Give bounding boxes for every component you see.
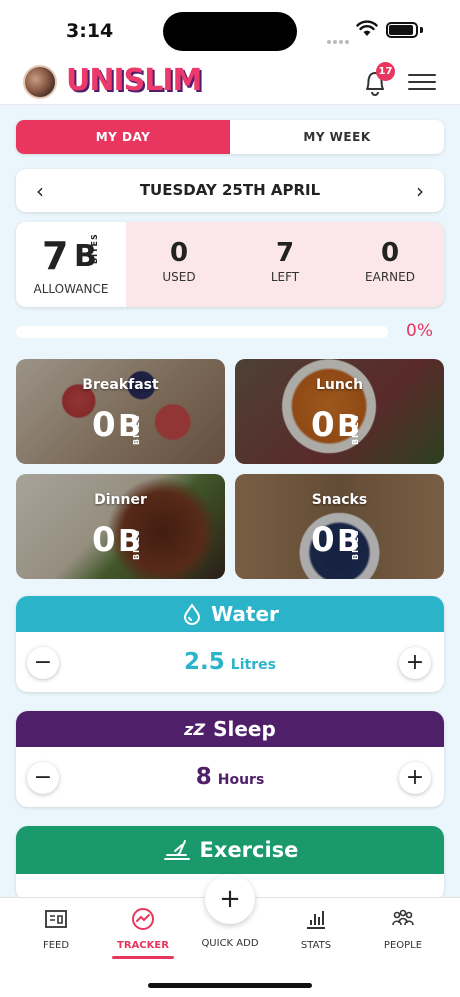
progress-percent: 0% — [406, 321, 433, 341]
sleep-increase-button[interactable]: + — [399, 762, 431, 794]
app-header: UNISLIM 17 — [0, 60, 460, 105]
allowance-label: ALLOWANCE — [33, 282, 109, 296]
water-increase-button[interactable]: + — [399, 647, 431, 679]
dynamic-island — [163, 12, 297, 51]
meal-name: Lunch — [315, 377, 364, 393]
sleep-value-row: 8 Hours — [16, 764, 444, 790]
exercise-header: Exercise — [16, 826, 444, 874]
stats-icon — [307, 911, 325, 929]
quick-add-button[interactable]: + — [205, 874, 255, 924]
sleep-header: zZ Sleep — [16, 711, 444, 747]
water-value: 2.5 — [184, 649, 225, 675]
allowance-card: 7 B BITES ALLOWANCE 0 USED 7 LEFT 0 EARN… — [16, 222, 444, 307]
chevron-right-icon[interactable]: › — [408, 179, 432, 203]
wifi-icon — [356, 20, 378, 36]
progress-bar — [16, 326, 388, 338]
meal-name: Breakfast — [82, 377, 159, 393]
nav-stats[interactable]: STATS — [270, 906, 362, 951]
app-logo: UNISLIM — [66, 63, 202, 98]
active-tab-indicator — [112, 956, 174, 959]
nav-people-label: PEOPLE — [383, 940, 423, 951]
nav-tracker[interactable]: TRACKER — [97, 906, 189, 951]
day-week-toggle: MY DAY MY WEEK — [16, 120, 444, 154]
sleep-value: 8 — [195, 764, 212, 790]
sleep-unit: Hours — [217, 772, 265, 788]
nav-quick-add-label: QUICK ADD — [201, 938, 259, 949]
status-time: 3:14 — [66, 20, 114, 42]
meal-bites-value: 0 — [92, 520, 116, 560]
bites-label: BITES — [132, 414, 141, 445]
tab-my-day[interactable]: MY DAY — [16, 120, 230, 154]
water-unit: Litres — [230, 657, 276, 673]
used-label: USED — [162, 270, 196, 284]
left-label: LEFT — [270, 270, 300, 284]
people-icon — [392, 909, 414, 926]
bites-label: BITES — [351, 529, 360, 560]
meal-tile-dinner[interactable]: Dinner 0 B BITES — [16, 474, 225, 579]
tab-my-week[interactable]: MY WEEK — [230, 120, 444, 154]
nav-stats-label: STATS — [300, 940, 332, 951]
sleep-tracker: zZ Sleep − 8 Hours + — [16, 711, 444, 807]
water-header: Water — [16, 596, 444, 632]
hamburger-menu-icon[interactable] — [408, 70, 436, 94]
notification-badge: 17 — [376, 62, 395, 81]
status-bar: 3:14 — [0, 0, 460, 60]
sleep-title: Sleep — [213, 717, 276, 741]
nav-tracker-label: TRACKER — [117, 940, 169, 951]
meal-name: Snacks — [311, 492, 368, 508]
tracker-icon — [132, 908, 154, 930]
exercise-title: Exercise — [199, 838, 299, 862]
meal-name: Dinner — [94, 492, 147, 508]
battery-icon — [386, 22, 418, 38]
left-value: 7 — [275, 238, 295, 268]
used-stat: 0 USED — [129, 238, 229, 284]
used-value: 0 — [169, 238, 189, 268]
earned-label: EARNED — [365, 270, 415, 284]
meal-bites-value: 0 — [311, 405, 335, 445]
meal-bites-value: 0 — [92, 405, 116, 445]
meal-tile-snacks[interactable]: Snacks 0 B BITES — [235, 474, 444, 579]
home-indicator — [148, 983, 312, 988]
nav-feed[interactable]: FEED — [10, 906, 102, 951]
current-date: TUESDAY 25TH APRIL — [139, 181, 321, 199]
battery-tip — [420, 27, 423, 33]
bites-label: BITES — [351, 414, 360, 445]
water-title: Water — [211, 602, 279, 626]
avatar[interactable] — [23, 65, 57, 99]
water-tracker: Water − 2.5 Litres + — [16, 596, 444, 692]
signal-icon — [327, 29, 351, 48]
meal-bites-value: 0 — [311, 520, 335, 560]
earned-stat: 0 EARNED — [340, 238, 440, 284]
bites-label: BITES — [90, 233, 99, 264]
zzz-icon: zZ — [184, 719, 206, 739]
nav-people[interactable]: PEOPLE — [357, 906, 449, 951]
running-shoe-icon — [163, 840, 190, 860]
left-stat: 7 LEFT — [235, 238, 335, 284]
nav-quick-add[interactable]: QUICK ADD — [184, 930, 276, 949]
water-value-row: 2.5 Litres — [16, 649, 444, 675]
meal-tile-lunch[interactable]: Lunch 0 B BITES — [235, 359, 444, 464]
meal-tile-breakfast[interactable]: Breakfast 0 B BITES — [16, 359, 225, 464]
bites-label: BITES — [132, 529, 141, 560]
nav-feed-label: FEED — [42, 940, 70, 951]
date-navigator: ‹ TUESDAY 25TH APRIL › — [16, 169, 444, 212]
water-drop-icon — [184, 603, 201, 625]
allowance-value: 7 — [42, 234, 69, 278]
allowance-panel: 7 B BITES ALLOWANCE — [16, 222, 126, 307]
feed-icon — [45, 910, 67, 928]
earned-value: 0 — [380, 238, 400, 268]
